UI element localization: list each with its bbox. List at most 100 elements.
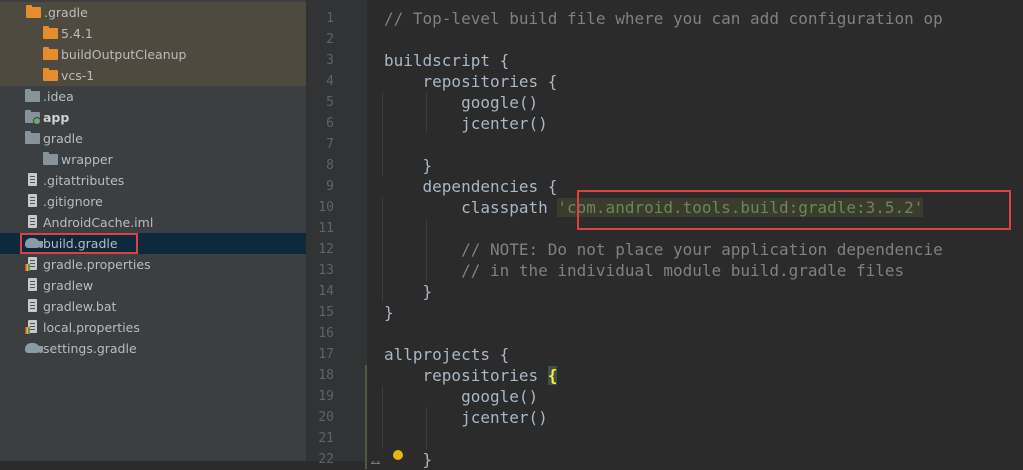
line-number: 11 [318,221,334,236]
code-text: // Top-level build file where you can ad… [384,9,943,28]
folder-orange-icon [43,47,58,61]
line-number: 20 [318,410,334,425]
tree-item-label: buildOutputCleanup [61,47,187,62]
indent-guide [426,407,427,449]
code-text: repositories [384,366,548,385]
tree-item-label: settings.gradle [43,341,137,356]
code-line: } [384,449,433,470]
tree-item-label: .idea [43,89,74,104]
indent-guide [426,218,427,281]
indent-guide [382,386,383,449]
line-number: 6 [326,116,334,131]
line-number: 19 [318,389,334,404]
intention-bulb-icon[interactable] [393,450,403,460]
tree-item-label: gradlew [43,278,94,293]
code-line: google() [384,386,538,407]
module-folder-icon [25,110,41,125]
line-number: 13 [318,263,334,278]
folder-orange-icon [26,5,41,19]
tree-item-label: .gradle [44,5,88,20]
code-text: classpath [384,198,558,217]
tree-item[interactable]: local.properties [0,317,306,338]
tree-item[interactable]: AndroidCache.iml [0,212,306,233]
folder-icon [43,152,58,166]
folder-orange-icon [43,26,58,40]
gradle-elephant-icon [25,342,43,355]
line-number: 14 [318,284,334,299]
tree-item[interactable]: wrapper [0,149,306,170]
line-number: 21 [318,431,334,446]
code-text: allprojects { [384,345,510,364]
code-text: dependencies { [384,177,558,196]
tree-item-label: vcs-1 [61,68,95,83]
code-line: // Top-level build file where you can ad… [384,8,943,29]
folder-icon [25,131,40,145]
tree-item[interactable]: .gradle [0,2,306,23]
folder-icon [25,89,40,103]
code-line: allprojects { [384,344,509,365]
tree-item[interactable]: gradle.properties [0,254,306,275]
line-number: 18 [318,368,334,383]
indent-guide [426,92,427,134]
project-tree-panel: .gradle 5.4.1 buildOutputCleanup vcs-1 .idea… [0,0,306,461]
line-number: 17 [318,347,334,362]
tree-item[interactable]: settings.gradle [0,338,306,359]
tree-item[interactable]: vcs-1 [0,65,306,86]
tree-item-label: local.properties [43,320,140,335]
text-file-icon [25,215,40,229]
code-text: // in the individual module build.gradle… [384,261,905,280]
tree-item[interactable]: .gitignore [0,191,306,212]
tree-item[interactable]: buildOutputCleanup [0,44,306,65]
tree-item-label: AndroidCache.iml [43,215,154,230]
line-number: 2 [326,32,334,47]
text-file-icon [25,173,40,187]
tree-item-label: wrapper [61,152,113,167]
code-text: google() [384,93,539,112]
matched-brace: { [547,366,558,385]
code-line: jcenter() [384,113,548,134]
tree-item-label: .gitattributes [43,173,125,188]
tree-item[interactable]: gradle [0,128,306,149]
line-number: 3 [326,53,334,68]
line-number: 1 [326,11,334,26]
line-number: 12 [318,242,334,257]
text-file-icon [25,194,40,208]
classpath-highlight-box [577,190,1011,230]
line-number: 22 [318,452,334,467]
line-number: 9 [326,179,334,194]
code-line: } [384,155,433,176]
tree-item-label: .gitignore [43,194,103,209]
tree-item[interactable]: .gitattributes [0,170,306,191]
line-number: 4 [326,74,334,89]
tree-item[interactable]: app [0,107,306,128]
tree-item[interactable]: gradlew.bat [0,296,306,317]
tree-item-label: 5.4.1 [61,26,93,41]
code-line: // NOTE: Do not place your application d… [384,239,943,260]
tree-item[interactable]: .idea [0,86,306,107]
code-text: } [384,450,433,469]
code-line: jcenter() [384,407,548,428]
build-gradle-highlight-box [20,233,138,254]
tree-item-label: app [43,110,70,125]
code-text: jcenter() [384,114,548,133]
line-number: 5 [326,95,334,110]
code-text: jcenter() [384,408,548,427]
indent-guide [382,92,383,176]
code-line: buildscript { [384,50,509,71]
code-line: } [384,281,433,302]
tree-item[interactable]: gradlew [0,275,306,296]
code-text: repositories { [384,72,558,91]
code-text: } [384,156,433,175]
code-line: google() [384,92,538,113]
tree-item[interactable]: 5.4.1 [0,23,306,44]
tree-item-label: gradle [43,131,83,146]
text-file-icon [25,278,40,292]
line-number: 10 [318,200,334,215]
code-text: buildscript { [384,51,510,70]
code-line: repositories { [384,71,558,92]
line-number: 15 [318,305,334,320]
vcs-change-marker[interactable] [365,365,367,469]
text-file-icon [25,299,40,313]
line-number: 8 [326,158,334,173]
line-number: 16 [318,326,334,341]
